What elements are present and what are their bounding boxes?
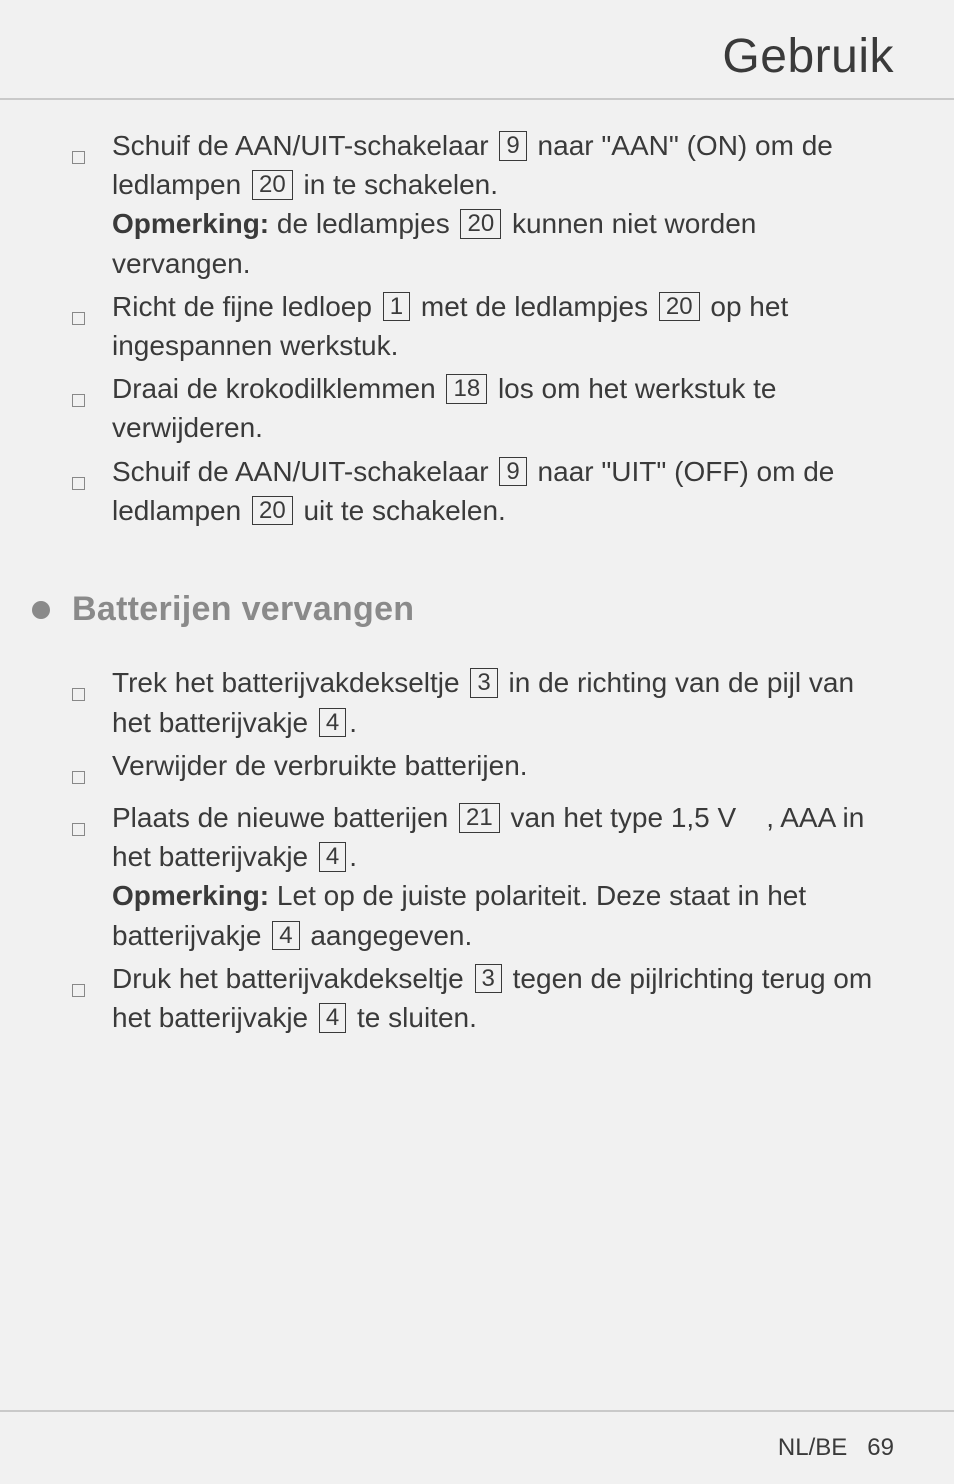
text: van het type 1,5 V [503,802,737,833]
ref-box: 9 [499,457,526,487]
text: de ledlampjes [269,208,457,239]
list-item: Richt de fijne ledloep 1 met de ledlampj… [72,287,894,365]
ref-box: 1 [383,292,410,322]
square-bullet-icon [72,369,112,417]
ref-box: 3 [470,668,497,698]
text: . [349,707,357,738]
text: aangegeven. [303,920,473,951]
list-item: Plaats de nieuwe batterijen 21 van het t… [72,798,894,955]
list-item: Trek het batterijvakdekseltje 3 in de ri… [72,663,894,741]
text: . [349,841,357,872]
square-bullet-icon [72,287,112,335]
list-item-body: Draai de krokodilklemmen 18 los om het w… [112,369,894,447]
list-item: Draai de krokodilklemmen 18 los om het w… [72,369,894,447]
footer-bar: NL/BE 69 [0,1410,954,1484]
list-item: Druk het batterijvakdekseltje 3 tegen de… [72,959,894,1037]
note-label: Opmerking: [112,208,269,239]
text: Druk het batterijvakdekseltje [112,963,472,994]
text: Schuif de AAN/UIT-schakelaar [112,130,496,161]
list-item-body: Schuif de AAN/UIT-schakelaar 9 naar "AAN… [112,126,894,283]
section-heading: Batterijen vervangen [72,586,894,634]
text: Draai de krokodilklemmen [112,373,443,404]
square-bullet-icon [72,798,112,846]
ref-box: 18 [446,374,487,404]
page: Gebruik Schuif de AAN/UIT-schakelaar 9 n… [0,0,954,1484]
list-item: Schuif de AAN/UIT-schakelaar 9 naar "UIT… [72,452,894,530]
ref-box: 4 [319,1003,346,1033]
text: Schuif de AAN/UIT-schakelaar [112,456,496,487]
list-item-body: Plaats de nieuwe batterijen 21 van het t… [112,798,894,955]
square-bullet-icon [72,452,112,500]
text: in te schakelen. [296,169,498,200]
ref-box: 21 [459,803,500,833]
text: Plaats de nieuwe batterijen [112,802,456,833]
text: Trek het batterijvakdekseltje [112,667,467,698]
note-label: Opmerking: [112,880,269,911]
text: met de ledlampjes [413,291,656,322]
list-item-body: Richt de fijne ledloep 1 met de ledlampj… [112,287,894,365]
list-item-body: Trek het batterijvakdekseltje 3 in de ri… [112,663,894,741]
ref-box: 20 [252,170,293,200]
list-item: Schuif de AAN/UIT-schakelaar 9 naar "AAN… [72,126,894,283]
ref-box: 20 [252,496,293,526]
list-item-body: Schuif de AAN/UIT-schakelaar 9 naar "UIT… [112,452,894,530]
list-item-body: Verwijder de verbruikte batterijen. [112,746,894,785]
square-bullet-icon [72,663,112,711]
footer-language: NL/BE [778,1434,847,1462]
ref-box: 20 [659,292,700,322]
list-item-body: Druk het batterijvakdekseltje 3 tegen de… [112,959,894,1037]
content-area: Schuif de AAN/UIT-schakelaar 9 naar "AAN… [0,100,954,1037]
square-bullet-icon [72,746,112,794]
header-bar: Gebruik [0,0,954,100]
ref-box: 3 [475,964,502,994]
text: uit te schakelen. [296,495,506,526]
ref-box: 9 [499,131,526,161]
ref-box: 4 [319,842,346,872]
list-item: Verwijder de verbruikte batterijen. [72,746,894,794]
bullet-dot-icon [32,601,50,619]
ref-box: 4 [319,708,346,738]
square-bullet-icon [72,959,112,1007]
footer-page-number: 69 [867,1434,894,1462]
square-bullet-icon [72,126,112,174]
page-header-title: Gebruik [722,29,894,84]
section-title: Batterijen vervangen [72,586,414,634]
text: Richt de fijne ledloep [112,291,380,322]
text: Verwijder de verbruikte batterijen. [112,750,528,781]
ref-box: 4 [272,921,299,951]
ref-box: 20 [460,209,501,239]
text: te sluiten. [349,1002,477,1033]
